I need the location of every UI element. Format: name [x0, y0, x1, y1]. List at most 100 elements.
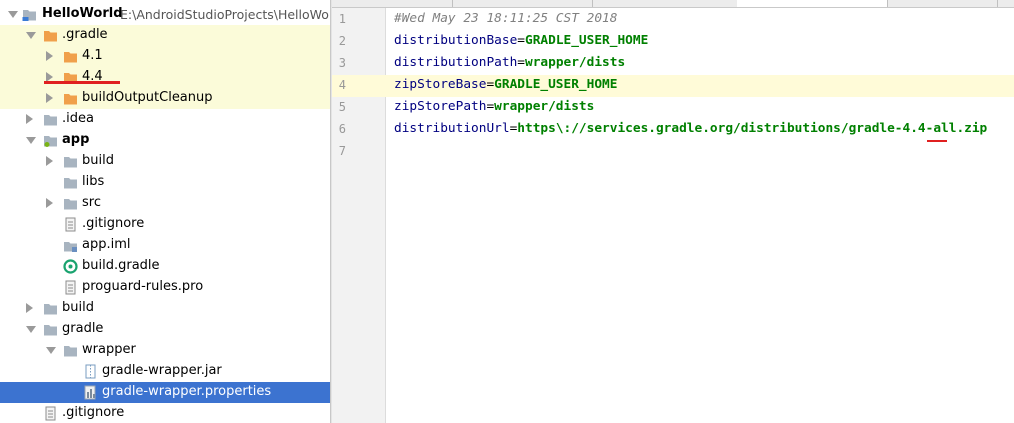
- gradle-file-icon: [63, 259, 78, 274]
- chevron-right-icon[interactable]: [26, 114, 33, 124]
- tree-row-wrapper[interactable]: wrapper: [0, 340, 330, 361]
- tree-row-4-1[interactable]: 4.1: [0, 46, 330, 67]
- tree-row-libs[interactable]: libs: [0, 172, 330, 193]
- text-file-icon: [63, 280, 78, 295]
- tree-row-gradle-wrapper-properties[interactable]: gradle-wrapper.properties: [0, 382, 330, 403]
- red-annotation-underline: [927, 140, 947, 142]
- line-number: 3: [338, 56, 346, 70]
- code-line[interactable]: 1 #Wed May 23 18:11:25 CST 2018: [332, 9, 1014, 31]
- tree-row-gradle-wrapper-jar[interactable]: gradle-wrapper.jar: [0, 361, 330, 382]
- editor-tab-active[interactable]: [737, 0, 888, 7]
- chevron-right-icon[interactable]: [46, 93, 53, 103]
- folder-icon: [63, 196, 78, 211]
- property-value: wrapper/dists: [494, 99, 595, 114]
- code-content: distributionPath=wrapper/dists: [394, 55, 625, 70]
- line-number: 1: [338, 12, 346, 26]
- chevron-right-icon[interactable]: [26, 303, 33, 313]
- chevron-right-icon[interactable]: [46, 198, 53, 208]
- equals-sign: =: [517, 33, 525, 48]
- tree-item-label: .gitignore: [82, 216, 145, 231]
- properties-file-icon: [83, 385, 98, 400]
- tree-row-proguard-rules[interactable]: proguard-rules.pro: [0, 277, 330, 298]
- property-value: https\://services.gradle.org/distributio…: [517, 121, 988, 136]
- line-number: 5: [338, 100, 346, 114]
- tree-item-label: build: [82, 153, 114, 168]
- tree-item-label: app.iml: [82, 237, 131, 252]
- text-file-icon: [43, 406, 58, 421]
- tree-row-src[interactable]: src: [0, 193, 330, 214]
- tree-item-label: .gradle: [62, 27, 108, 42]
- chevron-down-icon[interactable]: [8, 11, 18, 18]
- folder-icon: [63, 154, 78, 169]
- tree-row-helloworld[interactable]: HelloWorld E:\AndroidStudioProjects\Hell…: [0, 4, 330, 25]
- tree-row-app[interactable]: app: [0, 130, 330, 151]
- property-key: zipStoreBase: [394, 77, 487, 92]
- folder-orange-icon: [43, 28, 58, 43]
- line-number: 6: [338, 122, 346, 136]
- editor-tab-strip[interactable]: [332, 0, 1014, 8]
- tree-row-root-gitignore[interactable]: .gitignore: [0, 403, 330, 423]
- tree-item-label: proguard-rules.pro: [82, 279, 204, 294]
- tree-item-label: .gitignore: [62, 405, 125, 420]
- property-key: distributionPath: [394, 55, 518, 70]
- tree-item-label: buildOutputCleanup: [82, 90, 213, 105]
- property-key: zipStorePath: [394, 99, 487, 114]
- property-value: GRADLE_USER_HOME: [525, 33, 649, 48]
- tree-row-build[interactable]: build: [0, 298, 330, 319]
- code-content: distributionBase=GRADLE_USER_HOME: [394, 33, 648, 48]
- code-line[interactable]: 5 zipStorePath=wrapper/dists: [332, 97, 1014, 119]
- tree-item-label: app: [62, 132, 90, 147]
- editor-tab[interactable]: [452, 0, 593, 7]
- code-line[interactable]: 3 distributionPath=wrapper/dists: [332, 53, 1014, 75]
- module-folder-icon: [43, 133, 58, 148]
- chevron-down-icon[interactable]: [26, 137, 36, 144]
- tree-row-app-gitignore[interactable]: .gitignore: [0, 214, 330, 235]
- editor-panel: 1 #Wed May 23 18:11:25 CST 2018 2 distri…: [332, 0, 1014, 423]
- red-annotation-underline: [44, 81, 120, 84]
- tree-item-label: wrapper: [82, 342, 136, 357]
- chevron-right-icon[interactable]: [46, 156, 53, 166]
- tree-row-build-gradle[interactable]: build.gradle: [0, 256, 330, 277]
- tree-item-label: HelloWorld: [42, 6, 123, 21]
- property-value: wrapper/dists: [525, 55, 626, 70]
- chevron-right-icon[interactable]: [46, 51, 53, 61]
- editor-tab[interactable]: [887, 0, 998, 7]
- iml-file-icon: [63, 238, 78, 253]
- tree-row-gradle[interactable]: gradle: [0, 319, 330, 340]
- tree-row-app-build[interactable]: build: [0, 151, 330, 172]
- line-number: 2: [338, 34, 346, 48]
- tree-item-label: libs: [82, 174, 105, 189]
- tree-row-4-4[interactable]: 4.4: [0, 67, 330, 88]
- code-content: zipStorePath=wrapper/dists: [394, 99, 594, 114]
- editor-tab[interactable]: [592, 0, 738, 7]
- folder-orange-icon: [63, 91, 78, 106]
- tree-item-label: gradle-wrapper.jar: [102, 363, 222, 378]
- tree-row-dot-gradle[interactable]: .gradle: [0, 25, 330, 46]
- tree-item-label: build: [62, 300, 94, 315]
- chevron-down-icon[interactable]: [46, 347, 56, 354]
- property-value: GRADLE_USER_HOME: [494, 77, 618, 92]
- folder-icon: [43, 112, 58, 127]
- code-line[interactable]: 2 distributionBase=GRADLE_USER_HOME: [332, 31, 1014, 53]
- line-number: 4: [338, 78, 346, 92]
- code-line[interactable]: 7: [332, 141, 1014, 163]
- code-line[interactable]: 6 distributionUrl=https\://services.grad…: [332, 119, 1014, 141]
- chevron-down-icon[interactable]: [26, 326, 36, 333]
- folder-icon: [43, 301, 58, 316]
- folder-icon: [63, 343, 78, 358]
- tree-row-app-iml[interactable]: app.iml: [0, 235, 330, 256]
- module-folder-icon: [22, 7, 37, 22]
- tree-row-dot-idea[interactable]: .idea: [0, 109, 330, 130]
- line-number: 7: [338, 144, 346, 158]
- code-line-current[interactable]: 4 zipStoreBase=GRADLE_USER_HOME: [332, 75, 1014, 97]
- tree-row-buildoutputcleanup[interactable]: buildOutputCleanup: [0, 88, 330, 109]
- editor-tab[interactable]: [332, 0, 453, 7]
- text-file-icon: [63, 217, 78, 232]
- tree-item-label: build.gradle: [82, 258, 160, 273]
- tree-item-label: gradle: [62, 321, 104, 336]
- chevron-down-icon[interactable]: [26, 32, 36, 39]
- code-content: zipStoreBase=GRADLE_USER_HOME: [394, 77, 617, 92]
- tree-item-label: .idea: [62, 111, 94, 126]
- project-path-text: E:\AndroidStudioProjects\HelloWorld: [120, 7, 330, 22]
- tree-item-label: 4.1: [82, 48, 103, 63]
